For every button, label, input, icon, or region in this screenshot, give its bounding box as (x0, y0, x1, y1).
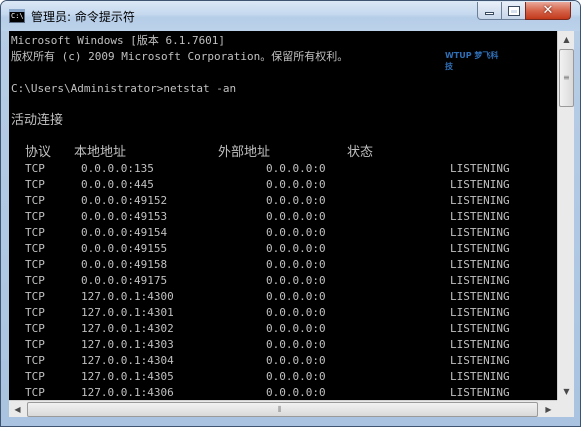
row-foreign-address: 0.0.0.0:0 (266, 306, 326, 319)
row-proto: TCP (25, 306, 45, 319)
row-local-address: 127.0.0.1:4306 (81, 386, 174, 399)
row-state: LISTENING (450, 274, 510, 287)
row-foreign-address: 0.0.0.0:0 (266, 274, 326, 287)
row-state: LISTENING (450, 162, 510, 175)
horizontal-scroll-thumb[interactable]: ⦀ (27, 402, 538, 417)
scroll-down-icon: ▼ (563, 387, 570, 396)
row-local-address: 0.0.0.0:49154 (81, 226, 168, 239)
vertical-scroll-thumb[interactable]: ≡ (559, 49, 574, 107)
row-foreign-address: 0.0.0.0:0 (266, 242, 326, 255)
row-state: LISTENING (450, 354, 510, 367)
row-state: LISTENING (450, 290, 510, 303)
row-foreign-address: 0.0.0.0:0 (266, 354, 326, 367)
row-local-address: 0.0.0.0:445 (81, 178, 154, 191)
row-local-address: 127.0.0.1:4305 (81, 370, 174, 383)
row-proto: TCP (25, 162, 45, 175)
row-local-address: 127.0.0.1:4301 (81, 306, 174, 319)
row-state: LISTENING (450, 242, 510, 255)
row-local-address: 127.0.0.1:4300 (81, 290, 174, 303)
row-foreign-address: 0.0.0.0:0 (266, 210, 326, 223)
header-state: 状态 (347, 145, 374, 160)
banner-line-1: Microsoft Windows [版本 6.1.7601] (11, 34, 226, 47)
vertical-scrollbar[interactable]: ▲ ≡ ▼ (557, 31, 574, 400)
row-proto: TCP (25, 370, 45, 383)
row-state: LISTENING (450, 194, 510, 207)
scroll-left-icon: ◀ (14, 405, 21, 414)
row-state: LISTENING (450, 210, 510, 223)
row-local-address: 0.0.0.0:49152 (81, 194, 168, 207)
row-proto: TCP (25, 322, 45, 335)
row-proto: TCP (25, 290, 45, 303)
row-proto: TCP (25, 258, 45, 271)
row-local-address: 127.0.0.1:4302 (81, 322, 174, 335)
row-local-address: 127.0.0.1:4303 (81, 338, 174, 351)
horizontal-scrollbar[interactable]: ◀ ⦀ ▶ (9, 400, 557, 417)
row-proto: TCP (25, 226, 45, 239)
command-prompt-window: C:\ 管理员: 命令提示符 ✕ Microsoft Windows [版本 6… (0, 0, 581, 427)
row-state: LISTENING (450, 322, 510, 335)
title-bar[interactable]: C:\ 管理员: 命令提示符 ✕ (1, 1, 580, 31)
row-foreign-address: 0.0.0.0:0 (266, 258, 326, 271)
row-foreign-address: 0.0.0.0:0 (266, 178, 326, 191)
row-proto: TCP (25, 274, 45, 287)
row-local-address: 0.0.0.0:49155 (81, 242, 168, 255)
row-proto: TCP (25, 178, 45, 191)
close-icon: ✕ (542, 2, 554, 18)
row-foreign-address: 0.0.0.0:0 (266, 290, 326, 303)
minimize-icon (485, 12, 494, 15)
row-proto: TCP (25, 386, 45, 399)
banner-line-2: 版权所有 (c) 2009 Microsoft Corporation。保留所有… (11, 50, 349, 63)
close-button[interactable]: ✕ (525, 2, 571, 20)
console-output[interactable]: Microsoft Windows [版本 6.1.7601] 版权所有 (c)… (9, 31, 557, 400)
row-foreign-address: 0.0.0.0:0 (266, 370, 326, 383)
scroll-right-button[interactable]: ▶ (540, 401, 557, 418)
row-foreign-address: 0.0.0.0:0 (266, 386, 326, 399)
cmd-app-icon[interactable]: C:\ (9, 9, 25, 23)
grip-icon: ⦀ (278, 405, 282, 414)
scroll-left-button[interactable]: ◀ (9, 401, 26, 418)
section-title: 活动连接 (11, 113, 64, 128)
row-proto: TCP (25, 354, 45, 367)
row-local-address: 0.0.0.0:49158 (81, 258, 168, 271)
row-foreign-address: 0.0.0.0:0 (266, 162, 326, 175)
header-foreign-address: 外部地址 (218, 145, 271, 160)
row-state: LISTENING (450, 386, 510, 399)
row-state: LISTENING (450, 258, 510, 271)
command-prompt-line: C:\Users\Administrator>netstat -an (11, 82, 237, 95)
row-proto: TCP (25, 338, 45, 351)
row-foreign-address: 0.0.0.0:0 (266, 338, 326, 351)
row-local-address: 0.0.0.0:135 (81, 162, 154, 175)
row-local-address: 0.0.0.0:49175 (81, 274, 168, 287)
row-foreign-address: 0.0.0.0:0 (266, 322, 326, 335)
maximize-icon (508, 6, 519, 15)
minimize-button[interactable] (477, 2, 502, 20)
scroll-right-icon: ▶ (545, 405, 552, 414)
row-local-address: 127.0.0.1:4304 (81, 354, 174, 367)
row-proto: TCP (25, 242, 45, 255)
row-foreign-address: 0.0.0.0:0 (266, 194, 326, 207)
header-local-address: 本地地址 (74, 145, 127, 160)
row-foreign-address: 0.0.0.0:0 (266, 226, 326, 239)
row-proto: TCP (25, 194, 45, 207)
row-state: LISTENING (450, 306, 510, 319)
row-state: LISTENING (450, 370, 510, 383)
watermark-logo: WTUP 梦飞科技 (445, 51, 499, 71)
header-proto: 协议 (25, 145, 52, 160)
window-title: 管理员: 命令提示符 (31, 10, 135, 24)
row-state: LISTENING (450, 338, 510, 351)
scroll-down-button[interactable]: ▼ (558, 383, 575, 400)
resize-corner[interactable] (557, 400, 574, 417)
row-proto: TCP (25, 210, 45, 223)
maximize-button[interactable] (501, 2, 526, 20)
scroll-up-icon: ▲ (563, 35, 570, 44)
row-state: LISTENING (450, 178, 510, 191)
grip-icon: ≡ (563, 73, 570, 82)
row-state: LISTENING (450, 226, 510, 239)
row-local-address: 0.0.0.0:49153 (81, 210, 168, 223)
scroll-up-button[interactable]: ▲ (558, 31, 575, 48)
